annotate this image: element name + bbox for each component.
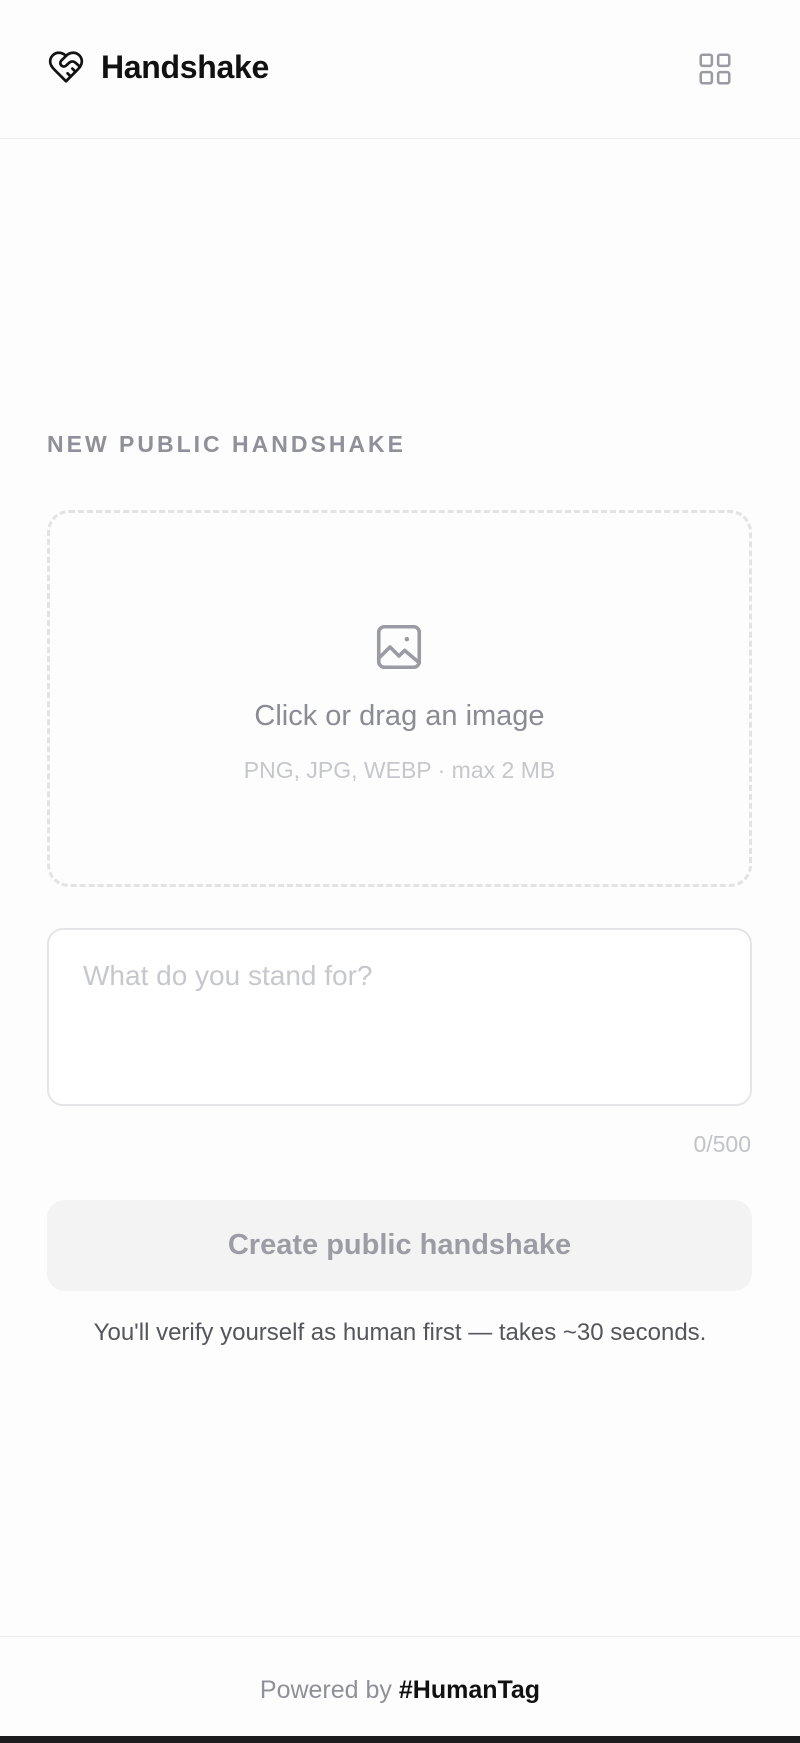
- verify-note: You'll verify yourself as human first — …: [93, 1319, 707, 1346]
- top-bar: Handshake: [0, 0, 800, 139]
- section-title: NEW PUBLIC HANDSHAKE: [47, 431, 406, 457]
- brand-name: Handshake: [101, 49, 270, 85]
- footer: Powered by #HumanTag: [0, 1636, 800, 1736]
- brand-link[interactable]: Handshake: [47, 48, 269, 86]
- dropzone-title: Click or drag an image: [254, 700, 545, 732]
- humantag-link[interactable]: #HumanTag: [399, 1676, 540, 1704]
- create-handshake-button[interactable]: Create public handshake: [47, 1200, 752, 1291]
- grid-icon: [696, 50, 734, 88]
- powered-by-text: Powered by #HumanTag: [0, 1675, 800, 1705]
- window-bottom-edge: [0, 1736, 800, 1743]
- apps-menu-button[interactable]: [692, 46, 738, 92]
- character-counter: 0/500: [693, 1131, 751, 1157]
- dropzone-hint: PNG, JPG, WEBP · max 2 MB: [243, 757, 556, 783]
- statement-input[interactable]: [47, 928, 752, 1106]
- image-icon: [372, 620, 426, 674]
- powered-by-prefix: Powered by: [259, 1676, 399, 1704]
- heart-handshake-icon: [47, 48, 85, 86]
- image-dropzone[interactable]: Click or drag an image PNG, JPG, WEBP · …: [47, 510, 752, 887]
